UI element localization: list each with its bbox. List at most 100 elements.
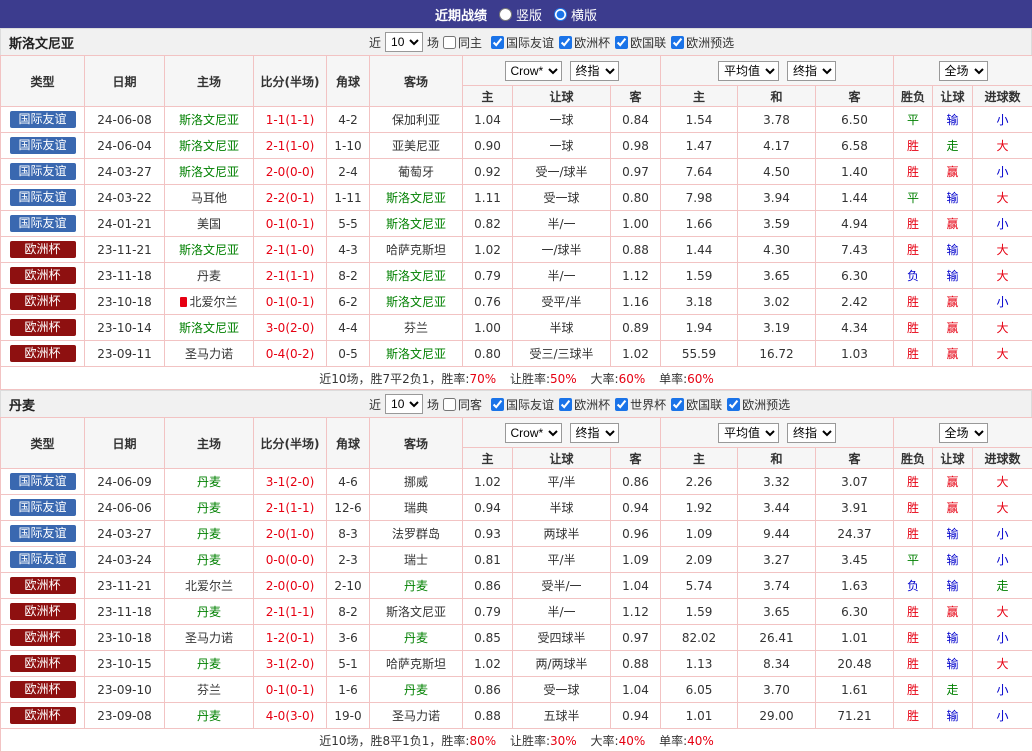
odds-home: 0.82 xyxy=(463,211,513,237)
match-league: 欧洲杯 xyxy=(1,289,85,315)
col-odds-away: 客 xyxy=(611,86,661,107)
same-venue-checkbox[interactable] xyxy=(443,398,456,411)
handicap: 半球 xyxy=(513,495,611,521)
scope-select[interactable]: 全场 xyxy=(939,61,988,81)
avg-home: 2.26 xyxy=(661,469,738,495)
league-badge: 国际友谊 xyxy=(10,473,76,490)
final-odds-select[interactable]: 终指 xyxy=(570,423,619,443)
league-badge: 欧洲杯 xyxy=(10,293,76,310)
handicap: 半球 xyxy=(513,315,611,341)
goals-result: 小 xyxy=(973,107,1032,133)
same-venue-checkbox[interactable] xyxy=(443,36,456,49)
col-avg-draw: 和 xyxy=(738,448,816,469)
odds-home: 0.79 xyxy=(463,599,513,625)
avg-away: 3.45 xyxy=(816,547,894,573)
league-filter[interactable]: 欧洲杯 xyxy=(559,396,610,413)
layout-vertical-option[interactable]: 竖版 xyxy=(499,5,542,24)
avg-odds-select[interactable]: 平均值 xyxy=(718,61,779,81)
league-filter[interactable]: 欧洲杯 xyxy=(559,34,610,51)
odds-home: 0.86 xyxy=(463,573,513,599)
win-rate: 80% xyxy=(469,734,496,748)
league-filter[interactable]: 国际友谊 xyxy=(491,396,554,413)
home-team: 丹麦 xyxy=(165,599,254,625)
league-checkbox[interactable] xyxy=(491,398,504,411)
away-team: 斯洛文尼亚 xyxy=(370,289,463,315)
handicap: 受四球半 xyxy=(513,625,611,651)
league-label: 欧国联 xyxy=(630,34,666,51)
match-league: 欧洲杯 xyxy=(1,651,85,677)
scope-select[interactable]: 全场 xyxy=(939,423,988,443)
handicap-result: 输 xyxy=(933,547,973,573)
filter-suffix: 场 xyxy=(427,396,439,413)
same-venue-filter[interactable]: 同主 xyxy=(443,34,482,51)
match-date: 24-06-06 xyxy=(85,495,165,521)
final-odds-select-2[interactable]: 终指 xyxy=(787,61,836,81)
result: 胜 xyxy=(894,469,933,495)
handicap-result: 输 xyxy=(933,521,973,547)
home-team: 丹麦 xyxy=(165,469,254,495)
league-filter[interactable]: 欧国联 xyxy=(671,396,722,413)
handicap-result: 输 xyxy=(933,573,973,599)
league-badge: 欧洲杯 xyxy=(10,681,76,698)
col-date: 日期 xyxy=(85,56,165,107)
match-date: 24-06-04 xyxy=(85,133,165,159)
match-date: 23-10-18 xyxy=(85,289,165,315)
league-checkbox[interactable] xyxy=(559,36,572,49)
league-checkbox[interactable] xyxy=(615,398,628,411)
avg-away: 1.44 xyxy=(816,185,894,211)
odds-company-select[interactable]: Crow* xyxy=(505,61,562,81)
match-row: 欧洲杯23-11-18丹麦2-1(1-1)8-2斯洛文尼亚0.79半/一1.12… xyxy=(1,599,1032,625)
team-section-denmark: 丹麦 近 10 场 同客 国际友谊欧洲杯世界杯欧国联欧洲预选 类型 日期 主场 … xyxy=(0,390,1032,752)
avg-draw: 3.59 xyxy=(738,211,816,237)
odds-away: 0.94 xyxy=(611,703,661,729)
league-filter[interactable]: 国际友谊 xyxy=(491,34,554,51)
layout-horizontal-option[interactable]: 横版 xyxy=(554,5,597,24)
match-row: 欧洲杯23-10-15丹麦3-1(2-0)5-1哈萨克斯坦1.02两/两球半0.… xyxy=(1,651,1032,677)
match-league: 欧洲杯 xyxy=(1,573,85,599)
result: 平 xyxy=(894,547,933,573)
odds-company-select[interactable]: Crow* xyxy=(505,423,562,443)
league-checkbox[interactable] xyxy=(671,36,684,49)
same-venue-filter[interactable]: 同客 xyxy=(443,396,482,413)
result: 胜 xyxy=(894,703,933,729)
match-league: 欧洲杯 xyxy=(1,315,85,341)
odds-home: 0.93 xyxy=(463,521,513,547)
league-checkbox[interactable] xyxy=(491,36,504,49)
handicap: 受半/一 xyxy=(513,573,611,599)
league-checkbox[interactable] xyxy=(559,398,572,411)
avg-odds-select[interactable]: 平均值 xyxy=(718,423,779,443)
avg-away: 1.61 xyxy=(816,677,894,703)
avg-home: 7.64 xyxy=(661,159,738,185)
corner-score: 8-2 xyxy=(327,263,370,289)
league-checkbox[interactable] xyxy=(727,398,740,411)
league-filter[interactable]: 世界杯 xyxy=(615,396,666,413)
avg-draw: 3.70 xyxy=(738,677,816,703)
col-avg-home: 主 xyxy=(661,448,738,469)
result: 胜 xyxy=(894,495,933,521)
league-filter[interactable]: 欧国联 xyxy=(615,34,666,51)
match-count-select[interactable]: 10 xyxy=(385,32,423,52)
handicap-result: 输 xyxy=(933,237,973,263)
odds-away: 0.86 xyxy=(611,469,661,495)
away-team: 斯洛文尼亚 xyxy=(370,263,463,289)
away-team: 瑞典 xyxy=(370,495,463,521)
league-checkbox[interactable] xyxy=(671,398,684,411)
match-row: 欧洲杯23-11-21北爱尔兰2-0(0-0)2-10丹麦0.86受半/一1.0… xyxy=(1,573,1032,599)
avg-draw: 16.72 xyxy=(738,341,816,367)
match-date: 24-03-27 xyxy=(85,521,165,547)
match-count-select[interactable]: 10 xyxy=(385,394,423,414)
vertical-radio[interactable] xyxy=(499,8,512,21)
horizontal-radio[interactable] xyxy=(554,8,567,21)
match-league: 欧洲杯 xyxy=(1,625,85,651)
match-score: 2-1(1-1) xyxy=(254,263,327,289)
final-odds-select[interactable]: 终指 xyxy=(570,61,619,81)
match-league: 国际友谊 xyxy=(1,547,85,573)
league-filter[interactable]: 欧洲预选 xyxy=(727,396,790,413)
league-filter[interactable]: 欧洲预选 xyxy=(671,34,734,51)
league-filters: 国际友谊欧洲杯 欧国联欧洲预选 xyxy=(491,34,739,51)
league-checkbox[interactable] xyxy=(615,36,628,49)
filter-prefix: 近 xyxy=(369,34,381,51)
odds-home: 1.02 xyxy=(463,651,513,677)
match-row: 国际友谊24-03-27丹麦2-0(1-0)8-3法罗群岛0.93两球半0.96… xyxy=(1,521,1032,547)
final-odds-select-2[interactable]: 终指 xyxy=(787,423,836,443)
